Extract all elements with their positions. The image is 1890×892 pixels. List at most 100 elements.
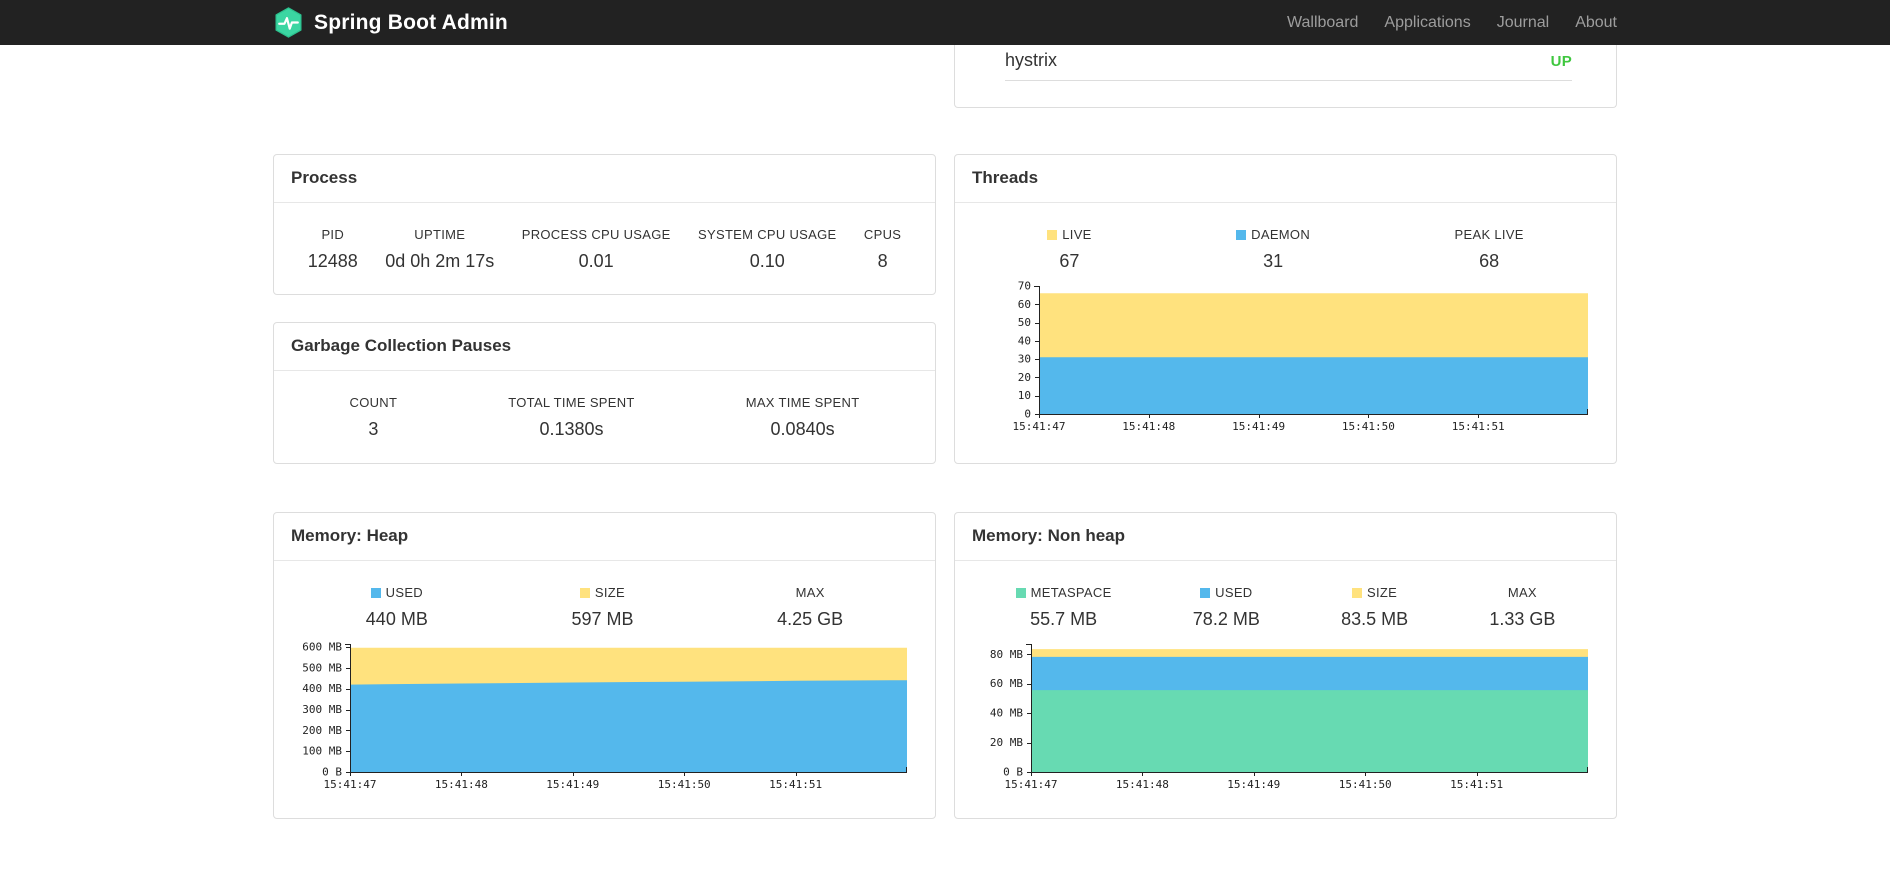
stat-label: COUNT (349, 395, 398, 410)
spring-boot-admin-logo-icon (273, 7, 304, 38)
legend-value: 31 (1263, 251, 1284, 271)
legend-label: DAEMON (1251, 227, 1311, 242)
svg-text:15:41:48: 15:41:48 (435, 778, 488, 791)
heap-memory-chart: 0 B 100 MB 200 MB 300 MB 400 MB 500 MB 600 MB 1… (294, 638, 915, 794)
svg-text:100 MB: 100 MB (302, 745, 342, 758)
applications-panel: hystrix UP (954, 45, 1617, 108)
gc-stats: COUNT 3 TOTAL TIME SPENT 0.1380s MAX TIM… (294, 395, 915, 440)
stat-value: 0.01 (578, 251, 614, 271)
svg-text:20 MB: 20 MB (990, 736, 1023, 749)
nav-links: Wallboard Applications Journal About (1274, 14, 1617, 32)
svg-text:30: 30 (1018, 353, 1031, 366)
gc-pauses-panel: Garbage Collection Pauses COUNT 3 TOTAL … (273, 322, 936, 464)
stat-value: 0.0840s (770, 419, 835, 439)
legend-item-used: USED 78.2 MB (1193, 585, 1260, 630)
stat-value: 3 (368, 419, 379, 439)
nav-link-journal[interactable]: Journal (1484, 14, 1562, 32)
svg-text:300 MB: 300 MB (302, 703, 342, 716)
legend-swatch (1236, 229, 1247, 240)
stat-value: 12488 (307, 251, 358, 271)
svg-text:60 MB: 60 MB (990, 677, 1023, 690)
stat-label: UPTIME (414, 227, 466, 242)
svg-text:0: 0 (1024, 408, 1031, 421)
gc-panel-title: Garbage Collection Pauses (274, 323, 935, 371)
legend-value: 597 MB (571, 609, 634, 629)
threads-panel: Threads LIVE 67 DAEMON 31 PEAK LIVE 68 0… (954, 154, 1617, 464)
main-content: Process PID 12488 UPTIME 0d 0h 2m 17s PR… (273, 45, 1617, 819)
svg-text:15:41:50: 15:41:50 (658, 778, 711, 791)
svg-text:50: 50 (1018, 316, 1031, 329)
legend-value: 440 MB (365, 609, 428, 629)
legend-value: 4.25 GB (777, 609, 844, 629)
legend-label: PEAK LIVE (1454, 227, 1524, 242)
navbar: Spring Boot Admin Wallboard Applications… (0, 0, 1890, 45)
stat-label: TOTAL TIME SPENT (508, 395, 635, 410)
svg-text:15:41:49: 15:41:49 (546, 778, 599, 791)
svg-text:0 B: 0 B (322, 766, 342, 779)
legend-value: 68 (1479, 251, 1500, 271)
legend-item-used: USED 440 MB (366, 585, 428, 630)
svg-text:15:41:49: 15:41:49 (1227, 778, 1280, 791)
nonheap-memory-panel: Memory: Non heap METASPACE 55.7 MB USED (954, 512, 1617, 819)
stat-value: 8 (877, 251, 888, 271)
stat-label: PID (321, 227, 345, 242)
nav-link-about[interactable]: About (1562, 14, 1617, 32)
application-row-hystrix[interactable]: hystrix UP (1005, 45, 1572, 81)
legend-value: 1.33 GB (1489, 609, 1556, 629)
nonheap-legend: METASPACE 55.7 MB USED 78.2 MB SIZE 83.5… (975, 585, 1596, 630)
legend-label: SIZE (1367, 585, 1398, 600)
legend-swatch (370, 587, 381, 598)
legend-label: USED (385, 585, 423, 600)
status-badge: UP (1550, 53, 1572, 70)
legend-item-metaspace: METASPACE 55.7 MB (1015, 585, 1112, 630)
brand-title: Spring Boot Admin (314, 10, 508, 34)
svg-text:15:41:51: 15:41:51 (1450, 778, 1503, 791)
stat-value: 0d 0h 2m 17s (385, 251, 495, 271)
nonheap-memory-chart: 0 B 20 MB 40 MB 60 MB 80 MB 15:41:47 15:41:48 1… (975, 638, 1596, 794)
legend-value: 55.7 MB (1030, 609, 1098, 629)
svg-text:70: 70 (1018, 280, 1031, 293)
left-column: Process PID 12488 UPTIME 0d 0h 2m 17s PR… (273, 45, 936, 819)
svg-text:15:41:50: 15:41:50 (1339, 778, 1392, 791)
legend-item-live: LIVE 67 (1047, 227, 1091, 272)
legend-item-peak-live: PEAK LIVE 68 (1455, 227, 1524, 272)
legend-swatch (1352, 587, 1363, 598)
stat-value: 0.1380s (539, 419, 604, 439)
stat-label: SYSTEM CPU USAGE (698, 227, 837, 242)
svg-text:15:41:51: 15:41:51 (769, 778, 822, 791)
threads-chart: 0 10 20 30 40 50 60 70 15:41:47 15:41:48 15:41:49 1… (975, 280, 1596, 436)
legend-swatch (1200, 587, 1211, 598)
legend-label: USED (1215, 585, 1253, 600)
svg-text:15:41:49: 15:41:49 (1232, 420, 1285, 433)
nav-link-applications[interactable]: Applications (1371, 14, 1483, 32)
svg-text:400 MB: 400 MB (302, 682, 342, 695)
stat-cpus: CPUS 8 (864, 227, 901, 272)
legend-value: 83.5 MB (1341, 609, 1409, 629)
stat-gc-total-time: TOTAL TIME SPENT 0.1380s (508, 395, 634, 440)
process-panel-title: Process (274, 155, 935, 203)
nonheap-panel-title: Memory: Non heap (955, 513, 1616, 561)
legend-item-size: SIZE 597 MB (571, 585, 633, 630)
heap-panel-title: Memory: Heap (274, 513, 935, 561)
stat-label: MAX TIME SPENT (745, 395, 860, 410)
heap-memory-panel: Memory: Heap USED 440 MB SIZE 597 MB MAX… (273, 512, 936, 819)
legend-label: MAX (1507, 585, 1537, 600)
stat-label: PROCESS CPU USAGE (521, 227, 671, 242)
svg-text:60: 60 (1018, 298, 1031, 311)
legend-item-size: SIZE 83.5 MB (1341, 585, 1408, 630)
svg-text:500 MB: 500 MB (302, 661, 342, 674)
navbar-inner: Spring Boot Admin Wallboard Applications… (273, 0, 1617, 45)
nav-link-wallboard[interactable]: Wallboard (1274, 14, 1371, 32)
brand-link[interactable]: Spring Boot Admin (273, 7, 508, 38)
legend-label: SIZE (594, 585, 626, 600)
svg-text:15:41:48: 15:41:48 (1116, 778, 1169, 791)
threads-legend: LIVE 67 DAEMON 31 PEAK LIVE 68 (975, 227, 1596, 272)
process-stats: PID 12488 UPTIME 0d 0h 2m 17s PROCESS CP… (294, 227, 915, 272)
svg-text:15:41:47: 15:41:47 (1005, 778, 1058, 791)
heap-legend: USED 440 MB SIZE 597 MB MAX 4.25 GB (294, 585, 915, 630)
right-column: hystrix UP Threads LIVE 67 DAEMON 31 PEA… (954, 45, 1617, 819)
svg-text:40 MB: 40 MB (990, 707, 1023, 720)
svg-text:20: 20 (1018, 371, 1031, 384)
svg-text:10: 10 (1018, 389, 1031, 402)
